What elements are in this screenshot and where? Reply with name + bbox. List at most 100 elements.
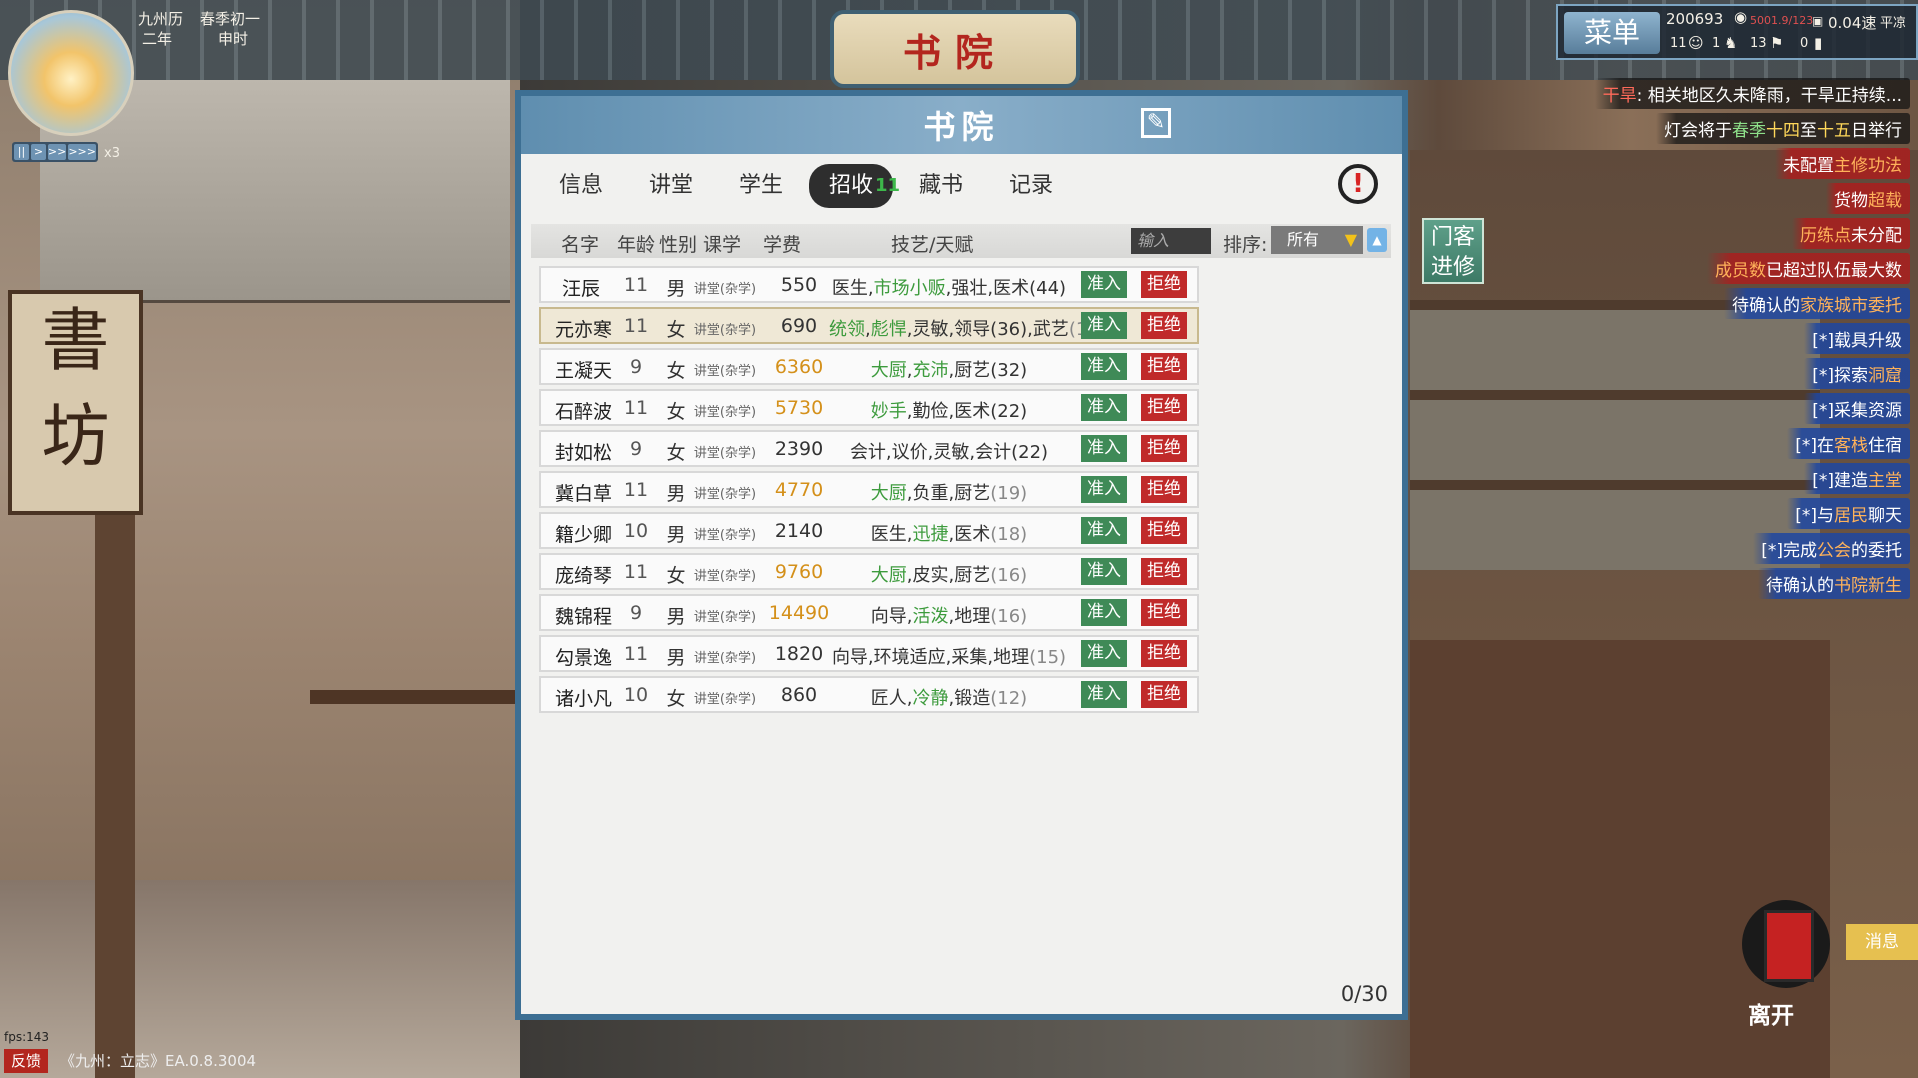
tab-3[interactable]: 招收 11 [809, 164, 900, 208]
applicant-sex: 女 [666, 401, 686, 423]
sort-dropdown[interactable]: 所有 ▼ [1271, 226, 1363, 254]
notification-text: 成员数 [1715, 261, 1766, 281]
applicant-row[interactable]: 元亦寒 11 女讲堂(杂学) 690 统领,彪悍,灵敏,领导(36),武艺(18)准入拒… [539, 307, 1199, 344]
col-course[interactable]: 课学 [703, 230, 741, 257]
applicant-row[interactable]: 庞绮琴 11 女讲堂(杂学) 9760 大厨,皮实,厨艺(16) 准入 拒绝 [539, 553, 1199, 590]
tab-1[interactable]: 讲堂 [629, 164, 713, 208]
applicant-row[interactable]: 籍少卿 10 男讲堂(杂学) 2140 医生,迅捷,医术(18) 准入 拒绝 [539, 512, 1199, 549]
leave-button[interactable]: 离开 [1742, 900, 1842, 1030]
applicant-age: 11 [623, 315, 649, 337]
sort-order-toggle[interactable]: ▲ [1367, 228, 1387, 252]
notification-item[interactable]: [*]与居民聊天 [1787, 498, 1910, 529]
applicant-row[interactable]: 石醉波 11 女讲堂(杂学) 5730 妙手,勤俭,医术(22) 准入 拒绝 [539, 389, 1199, 426]
accept-button[interactable]: 准入 [1081, 271, 1127, 298]
accept-button[interactable]: 准入 [1081, 517, 1127, 544]
notification-item[interactable]: 灯会将于春季十四至十五日举行 [1656, 113, 1910, 144]
time-of-day-icon [8, 10, 134, 136]
notification-text: 春季 [1732, 121, 1766, 141]
reject-button[interactable]: 拒绝 [1141, 558, 1187, 585]
version-label: 《九州：立志》EA.0.8.3004 [60, 1052, 257, 1070]
applicant-age: 11 [623, 643, 649, 665]
notification-item[interactable]: [*]完成公会的委托 [1753, 533, 1910, 564]
notification-text: 未分配 [1851, 226, 1902, 246]
notification-item[interactable]: [*]建造主堂 [1804, 463, 1910, 494]
notification-item[interactable]: 未配置主修功法 [1775, 148, 1910, 179]
skill-text: (15) [1029, 647, 1067, 668]
reject-button[interactable]: 拒绝 [1141, 312, 1187, 339]
notification-item[interactable]: 成员数已超过队伍最大数 [1707, 253, 1910, 284]
tab-2[interactable]: 学生 [719, 164, 803, 208]
col-fee[interactable]: 学费 [763, 230, 801, 257]
accept-button[interactable]: 准入 [1081, 435, 1127, 462]
applicant-skills: 向导,活泼,地理(16) [829, 602, 1069, 628]
accept-button[interactable]: 准入 [1081, 394, 1127, 421]
applicant-row[interactable]: 勾景逸 11 男讲堂(杂学) 1820 向导,环境适应,采集,地理(15) 准入 拒绝 [539, 635, 1199, 672]
applicant-skills: 统领,彪悍,灵敏,领导(36),武艺(18) [829, 315, 1106, 341]
applicant-row[interactable]: 封如松 9 女讲堂(杂学) 2390 会计,议价,灵敏,会计(22) 准入 拒绝 [539, 430, 1199, 467]
notification-item[interactable]: [*]载具升级 [1804, 323, 1910, 354]
tab-4[interactable]: 藏书 [899, 164, 983, 208]
notification-item[interactable]: 货物超载 [1826, 183, 1910, 214]
reject-button[interactable]: 拒绝 [1141, 640, 1187, 667]
skill-text: (18) [990, 524, 1028, 545]
message-button[interactable]: 消息 [1846, 924, 1918, 960]
notification-item[interactable]: 待确认的家族城市委托 [1724, 288, 1910, 319]
applicant-course: 讲堂(杂学) [693, 446, 757, 461]
feedback-button[interactable]: 反馈 [4, 1049, 48, 1073]
reject-button[interactable]: 拒绝 [1141, 271, 1187, 298]
disciple-training-button[interactable]: 门客 进修 [1422, 218, 1484, 284]
accept-button[interactable]: 准入 [1081, 681, 1127, 708]
applicant-row[interactable]: 汪辰 11 男讲堂(杂学) 550 医生,市场小贩,强壮,医术(44) 准入 拒绝 [539, 266, 1199, 303]
alert-info-icon[interactable]: ! [1338, 164, 1378, 204]
notification-item[interactable]: 干旱: 相关地区久未降雨，干旱正持续... [1594, 78, 1910, 109]
applicant-course: 讲堂(杂学) [693, 323, 757, 338]
people-icon: ☺ [1688, 34, 1704, 52]
notification-text: 洞窟 [1868, 366, 1902, 386]
reject-button[interactable]: 拒绝 [1141, 517, 1187, 544]
search-input[interactable]: 输入 [1131, 228, 1211, 254]
col-age[interactable]: 年龄 [617, 230, 655, 257]
col-skills[interactable]: 技艺/天赋 [891, 230, 973, 257]
speed-3-button[interactable]: >>> [68, 144, 96, 160]
skill-text: ,厨艺(32) [948, 360, 1028, 381]
accept-button[interactable]: 准入 [1081, 312, 1127, 339]
accept-button[interactable]: 准入 [1081, 599, 1127, 626]
notification-text: 的委托 [1851, 541, 1902, 561]
accept-button[interactable]: 准入 [1081, 558, 1127, 585]
notification-item[interactable]: 历练点未分配 [1792, 218, 1910, 249]
applicant-row[interactable]: 魏锦程 9 男讲堂(杂学) 14490 向导,活泼,地理(16) 准入 拒绝 [539, 594, 1199, 631]
notification-text: 住宿 [1868, 436, 1902, 456]
applicant-name: 封如松 [555, 442, 613, 464]
menu-button[interactable]: 菜单 [1564, 12, 1660, 54]
edit-icon[interactable]: ✎ [1141, 108, 1171, 138]
col-name[interactable]: 名字 [561, 230, 599, 257]
notification-item[interactable]: 待确认的书院新生 [1758, 568, 1910, 599]
applicant-row[interactable]: 王凝天 9 女讲堂(杂学) 6360 大厨,充沛,厨艺(32) 准入 拒绝 [539, 348, 1199, 385]
tab-label: 讲堂 [648, 173, 693, 198]
reject-button[interactable]: 拒绝 [1141, 681, 1187, 708]
speed-2-button[interactable]: >> [47, 144, 67, 160]
reject-button[interactable]: 拒绝 [1141, 394, 1187, 421]
applicant-sex: 男 [666, 483, 686, 505]
applicant-age: 9 [629, 438, 643, 460]
col-sex[interactable]: 性别 [659, 230, 697, 257]
pause-button[interactable]: || [14, 144, 29, 160]
notification-item[interactable]: [*]探索洞窟 [1804, 358, 1910, 389]
reject-button[interactable]: 拒绝 [1141, 599, 1187, 626]
notification-text: : 相关地区久未降雨，干旱正持续... [1636, 86, 1902, 106]
reject-button[interactable]: 拒绝 [1141, 353, 1187, 380]
applicant-row[interactable]: 冀白草 11 男讲堂(杂学) 4770 大厨,负重,厨艺(19) 准入 拒绝 [539, 471, 1199, 508]
speed-1-button[interactable]: > [30, 144, 46, 160]
tab-5[interactable]: 记录 [989, 164, 1073, 208]
applicant-age: 11 [623, 397, 649, 419]
skill-text: 会计,议价,灵敏,会计(22) [849, 442, 1049, 463]
tab-0[interactable]: 信息 [539, 164, 623, 208]
applicant-row[interactable]: 诸小凡 10 女讲堂(杂学) 860 匠人,冷静,锻造(12) 准入 拒绝 [539, 676, 1199, 713]
reject-button[interactable]: 拒绝 [1141, 435, 1187, 462]
accept-button[interactable]: 准入 [1081, 640, 1127, 667]
reject-button[interactable]: 拒绝 [1141, 476, 1187, 503]
notification-item[interactable]: [*]采集资源 [1804, 393, 1910, 424]
notification-item[interactable]: [*]在客栈住宿 [1787, 428, 1910, 459]
accept-button[interactable]: 准入 [1081, 353, 1127, 380]
accept-button[interactable]: 准入 [1081, 476, 1127, 503]
